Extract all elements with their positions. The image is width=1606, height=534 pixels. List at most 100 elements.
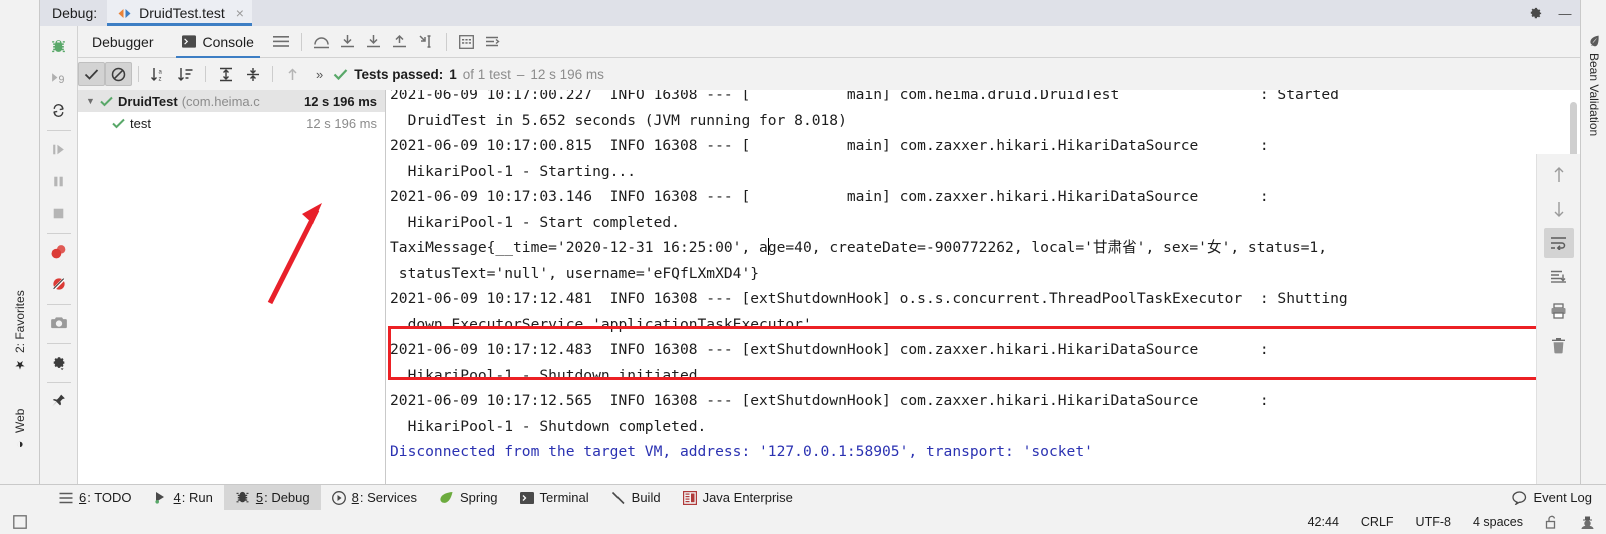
sidebar-item-run[interactable]: 4 : Run: [143, 485, 224, 511]
force-step-into-icon[interactable]: [361, 29, 387, 55]
java-enterprise-label: Java Enterprise: [702, 490, 793, 505]
sidebar-item-java-enterprise[interactable]: Java Enterprise: [672, 485, 804, 511]
run-to-cursor-icon[interactable]: 9: [44, 63, 74, 93]
debug-bug-icon: [235, 490, 250, 505]
green-check-icon: [100, 96, 113, 107]
console-output-panel[interactable]: 2021-06-09 10:17:00.227 INFO 16308 --- […: [386, 90, 1580, 490]
pause-program-icon[interactable]: [44, 166, 74, 196]
debug-bug-icon[interactable]: [44, 31, 74, 61]
debug-window-label: Debug:: [52, 5, 98, 21]
todo-num: 6: [79, 490, 87, 505]
tool-window-bar: 6 : TODO 4 : Run 5 : Debug 8 : Services: [0, 484, 1606, 511]
intellij-debug-window: Debug: DruidTest.test × — ★ 2: Favorites…: [0, 0, 1606, 534]
globe-icon: ◐: [13, 438, 27, 452]
table-row[interactable]: ▼ DruidTest (com.heima.c 12 s 196 ms: [78, 90, 385, 112]
prev-failed-icon[interactable]: [279, 62, 306, 86]
divider: [300, 32, 302, 51]
console-line: 2021-06-09 10:17:12.483 INFO 16308 --- […: [390, 341, 1269, 358]
soft-wrap-icon[interactable]: [1543, 228, 1574, 258]
sidebar-item-spring[interactable]: Spring: [428, 485, 509, 511]
indent-setting[interactable]: 4 spaces: [1462, 515, 1534, 529]
file-encoding[interactable]: UTF-8: [1405, 515, 1462, 529]
tab-console[interactable]: Console: [168, 26, 268, 58]
sort-alphabetically-icon[interactable]: az: [145, 62, 172, 86]
sort-by-duration-icon[interactable]: [172, 62, 199, 86]
terminal-square-icon[interactable]: [0, 515, 40, 529]
todo-icon: [59, 492, 73, 504]
test-class-package: (com.heima.c: [181, 93, 260, 109]
mute-breakpoints-icon[interactable]: [44, 269, 74, 299]
sidebar-item-terminal[interactable]: Terminal: [509, 485, 600, 511]
sidebar-item-favorites[interactable]: ★ 2: Favorites: [0, 262, 40, 372]
table-row[interactable]: test 12 s 196 ms: [78, 112, 385, 134]
divider: [138, 66, 139, 82]
collapse-all-icon[interactable]: [239, 62, 266, 86]
java-enterprise-icon: [682, 490, 697, 505]
evaluate-expression-icon[interactable]: [454, 29, 480, 55]
tab-druidtest-test[interactable]: DruidTest.test ×: [107, 0, 252, 26]
unlocked-icon[interactable]: [1534, 515, 1569, 529]
view-breakpoints-icon[interactable]: [44, 237, 74, 267]
scroll-to-end-icon[interactable]: [1544, 262, 1574, 292]
sidebar-item-debug[interactable]: 5 : Debug: [223, 484, 321, 511]
scroll-down-icon[interactable]: [1544, 194, 1574, 224]
tests-duration: 12 s 196 ms: [530, 66, 604, 82]
stop-icon[interactable]: [44, 198, 74, 228]
run-to-cursor-icon[interactable]: [413, 29, 439, 55]
gear-icon[interactable]: [1520, 0, 1550, 26]
debug-num: 5: [255, 490, 264, 505]
event-log-button[interactable]: Event Log: [1512, 490, 1606, 505]
green-check-icon: [112, 118, 125, 129]
pin-icon[interactable]: [44, 386, 74, 416]
step-into-icon[interactable]: [335, 29, 361, 55]
clear-all-icon[interactable]: [1544, 330, 1574, 360]
person-icon[interactable]: [1569, 515, 1606, 530]
tab-debugger[interactable]: Debugger: [78, 26, 168, 58]
caret-position[interactable]: 42:44: [1297, 515, 1350, 529]
tests-passed-label: Tests passed:: [354, 66, 444, 82]
svg-text:z: z: [159, 76, 162, 82]
spring-label: Spring: [459, 490, 498, 505]
console-icon: [181, 35, 196, 48]
right-tool-strip: Bean Validation: [1580, 0, 1606, 490]
sidebar-item-bean-validation[interactable]: Bean Validation: [1581, 34, 1606, 136]
show-passed-icon[interactable]: [78, 62, 105, 86]
bean-validation-label: Bean Validation: [1587, 53, 1601, 137]
resume-program-icon[interactable]: [44, 134, 74, 164]
terminal-icon: [519, 491, 534, 504]
console-line: statusText='null', username='eFQfLXmXD4'…: [390, 264, 760, 282]
scroll-up-icon[interactable]: [1544, 160, 1574, 190]
sidebar-item-todo[interactable]: 6 : TODO: [48, 485, 143, 511]
settings-gear-icon[interactable]: [44, 347, 74, 377]
screenshot-icon[interactable]: [44, 308, 74, 338]
minimize-button[interactable]: —: [1550, 0, 1580, 26]
toolbar-overflow-button[interactable]: »: [306, 67, 333, 82]
tab-title: DruidTest.test: [139, 5, 225, 21]
hamburger-icon[interactable]: [268, 29, 294, 55]
services-label: : Services: [359, 490, 417, 505]
run-icon: [154, 491, 168, 504]
terminal-label: Terminal: [539, 490, 589, 505]
show-ignored-icon[interactable]: [105, 62, 132, 86]
console-line: 2021-06-09 10:17:00.815 INFO 16308 --- […: [390, 137, 1269, 154]
divider: [272, 66, 273, 82]
step-out-icon[interactable]: [387, 29, 413, 55]
step-over-icon[interactable]: [309, 29, 335, 55]
test-duration: 12 s 196 ms: [303, 93, 377, 109]
console-line: 2021-06-09 10:17:00.227 INFO 16308 --- […: [390, 90, 1339, 103]
test-class-name: DruidTest: [118, 93, 178, 109]
debug-content-area: Debugger Console a z » Tests passed: 1 o…: [78, 26, 1580, 490]
show-values-inline-icon[interactable]: [480, 29, 506, 55]
chevron-down-icon[interactable]: ▼: [86, 96, 100, 106]
console-line: 2021-06-09 10:17:12.481 INFO 16308 --- […: [390, 290, 1348, 307]
close-icon[interactable]: ×: [232, 5, 244, 21]
rerun-icon[interactable]: [44, 95, 74, 125]
sidebar-item-services[interactable]: 8 : Services: [321, 485, 428, 511]
line-separator[interactable]: CRLF: [1350, 515, 1405, 529]
print-icon[interactable]: [1544, 296, 1574, 326]
expand-all-icon[interactable]: [212, 62, 239, 86]
titlebar-spacer: [252, 0, 1520, 26]
divider: [46, 382, 71, 383]
sidebar-item-web[interactable]: ◐ Web: [0, 382, 40, 452]
sidebar-item-build[interactable]: Build: [600, 485, 672, 511]
